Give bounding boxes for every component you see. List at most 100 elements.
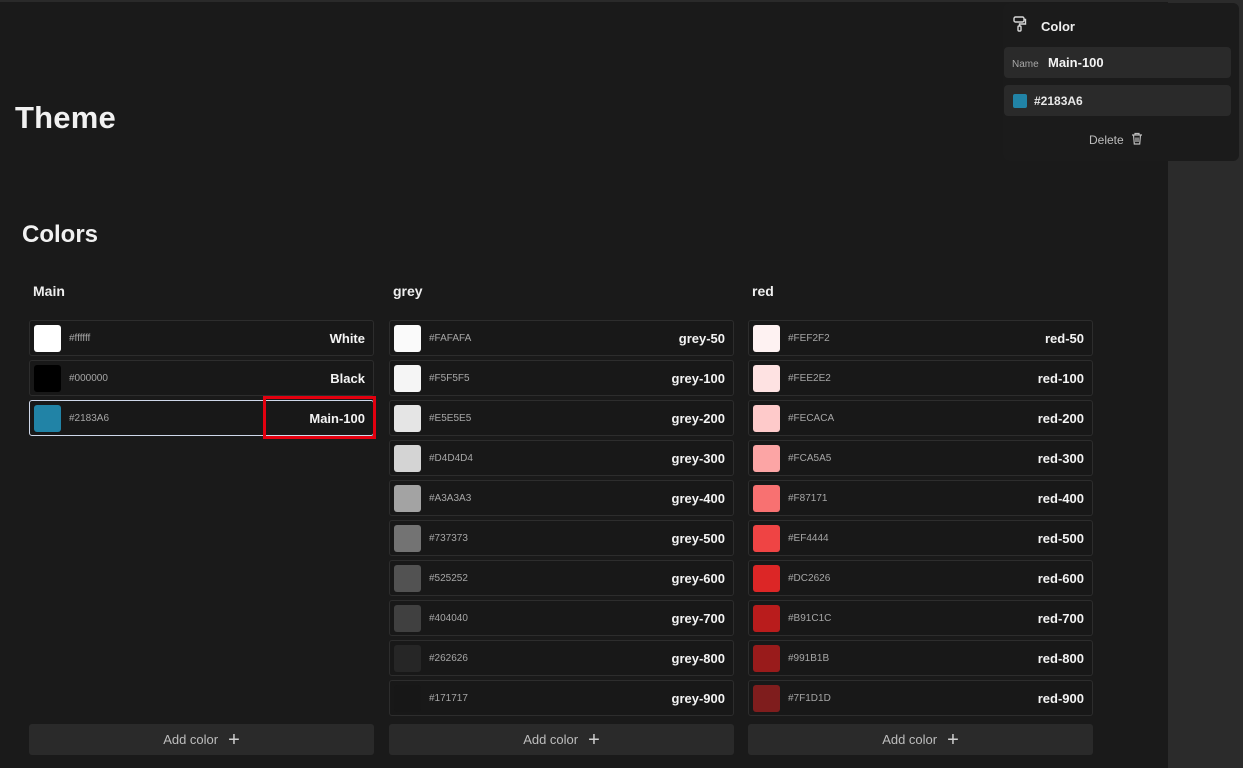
group-name: grey [393, 283, 423, 299]
color-swatch[interactable] [753, 645, 780, 672]
color-swatch[interactable] [753, 445, 780, 472]
plus-icon: + [228, 728, 240, 751]
color-row-red-300[interactable]: #FCA5A5 red-300 [748, 440, 1093, 476]
page-title: Theme [15, 100, 116, 135]
color-row-grey-500[interactable]: #737373 grey-500 [389, 520, 734, 556]
section-title-colors: Colors [22, 221, 99, 248]
color-hex: #DC2626 [788, 573, 831, 584]
color-field[interactable]: #2183A6 [1004, 85, 1231, 116]
color-name: grey-400 [671, 491, 725, 506]
color-swatch[interactable] [753, 565, 780, 592]
color-swatch[interactable] [753, 405, 780, 432]
color-swatch[interactable] [34, 365, 61, 392]
color-row-red-600[interactable]: #DC2626 red-600 [748, 560, 1093, 596]
color-name: grey-800 [671, 651, 725, 666]
color-row-red-200[interactable]: #FECACA red-200 [748, 400, 1093, 436]
color-row-red-100[interactable]: #FEE2E2 red-100 [748, 360, 1093, 396]
color-hex: #B91C1C [788, 613, 832, 624]
color-hex: #000000 [69, 373, 108, 384]
color-preview-swatch[interactable] [1013, 94, 1027, 108]
color-row-red-50[interactable]: #FEF2F2 red-50 [748, 320, 1093, 356]
color-row-grey-700[interactable]: #404040 grey-700 [389, 600, 734, 636]
color-swatch[interactable] [394, 565, 421, 592]
color-name: red-100 [1037, 371, 1084, 386]
color-name: grey-200 [671, 411, 725, 426]
color-swatch[interactable] [394, 445, 421, 472]
color-swatch[interactable] [753, 605, 780, 632]
color-swatch[interactable] [394, 405, 421, 432]
color-name: grey-50 [678, 331, 725, 346]
name-input[interactable]: Main-100 [1048, 55, 1104, 70]
color-hex: #FECACA [788, 413, 835, 424]
color-row-grey-50[interactable]: #FAFAFA grey-50 [389, 320, 734, 356]
color-swatch[interactable] [394, 365, 421, 392]
color-swatch[interactable] [394, 605, 421, 632]
color-hex-value[interactable]: #2183A6 [1034, 94, 1083, 108]
add-color-button[interactable]: Add color + [748, 724, 1093, 755]
color-row-grey-600[interactable]: #525252 grey-600 [389, 560, 734, 596]
name-field[interactable]: Name Main-100 [1004, 47, 1231, 78]
top-border [0, 0, 1243, 2]
name-label: Name [1012, 59, 1039, 70]
color-name: grey-300 [671, 451, 725, 466]
color-swatch[interactable] [753, 325, 780, 352]
color-hex: #EF4444 [788, 533, 829, 544]
color-row-grey-100[interactable]: #F5F5F5 grey-100 [389, 360, 734, 396]
color-swatch[interactable] [394, 645, 421, 672]
color-name: Black [330, 371, 365, 386]
color-name: red-400 [1037, 491, 1084, 506]
color-swatch[interactable] [34, 405, 61, 432]
color-row-red-400[interactable]: #F87171 red-400 [748, 480, 1093, 516]
color-hex: #A3A3A3 [429, 493, 472, 504]
color-row-black[interactable]: #000000 Black [29, 360, 374, 396]
color-hex: #F87171 [788, 493, 828, 504]
color-name: grey-700 [671, 611, 725, 626]
add-color-button[interactable]: Add color + [29, 724, 374, 755]
color-row-grey-200[interactable]: #E5E5E5 grey-200 [389, 400, 734, 436]
color-swatch[interactable] [394, 525, 421, 552]
color-row-red-700[interactable]: #B91C1C red-700 [748, 600, 1093, 636]
plus-icon: + [588, 728, 600, 751]
delete-label: Delete [1089, 133, 1124, 147]
color-hex: #525252 [429, 573, 468, 584]
color-hex: #2183A6 [69, 413, 110, 424]
color-name: red-500 [1037, 531, 1084, 546]
add-color-label: Add color [882, 732, 938, 747]
color-swatch[interactable] [753, 685, 780, 712]
color-row-red-800[interactable]: #991B1B red-800 [748, 640, 1093, 676]
color-row-grey-400[interactable]: #A3A3A3 grey-400 [389, 480, 734, 516]
color-row-main-100[interactable]: #2183A6 Main-100 [29, 400, 374, 436]
color-swatch[interactable] [394, 325, 421, 352]
color-swatch[interactable] [394, 485, 421, 512]
color-row-grey-900[interactable]: #171717 grey-900 [389, 680, 734, 716]
color-row-grey-300[interactable]: #D4D4D4 grey-300 [389, 440, 734, 476]
color-hex: #FEE2E2 [788, 373, 831, 384]
color-name: red-200 [1037, 411, 1084, 426]
color-hex: #404040 [429, 613, 468, 624]
color-hex: #FCA5A5 [788, 453, 832, 464]
color-row-grey-800[interactable]: #262626 grey-800 [389, 640, 734, 676]
color-row-red-900[interactable]: #7F1D1D red-900 [748, 680, 1093, 716]
color-row-white[interactable]: #ffffff White [29, 320, 374, 356]
color-hex: #ffffff [69, 333, 91, 344]
delete-button[interactable]: Delete [1089, 132, 1143, 148]
add-color-label: Add color [523, 732, 579, 747]
group-name: Main [33, 283, 65, 299]
color-swatch[interactable] [753, 365, 780, 392]
color-swatch[interactable] [34, 325, 61, 352]
panel-header: Color [1013, 15, 1075, 35]
color-name: red-600 [1037, 571, 1084, 586]
color-swatch[interactable] [394, 685, 421, 712]
color-swatch[interactable] [753, 525, 780, 552]
add-color-button[interactable]: Add color + [389, 724, 734, 755]
trash-icon [1124, 132, 1143, 148]
color-hex: #171717 [429, 693, 468, 704]
color-name: grey-900 [671, 691, 725, 706]
color-hex: #991B1B [788, 653, 830, 664]
color-swatch[interactable] [753, 485, 780, 512]
color-hex: #D4D4D4 [429, 453, 473, 464]
color-hex: #7F1D1D [788, 693, 831, 704]
color-name: grey-100 [671, 371, 725, 386]
color-row-red-500[interactable]: #EF4444 red-500 [748, 520, 1093, 556]
add-color-label: Add color [163, 732, 219, 747]
